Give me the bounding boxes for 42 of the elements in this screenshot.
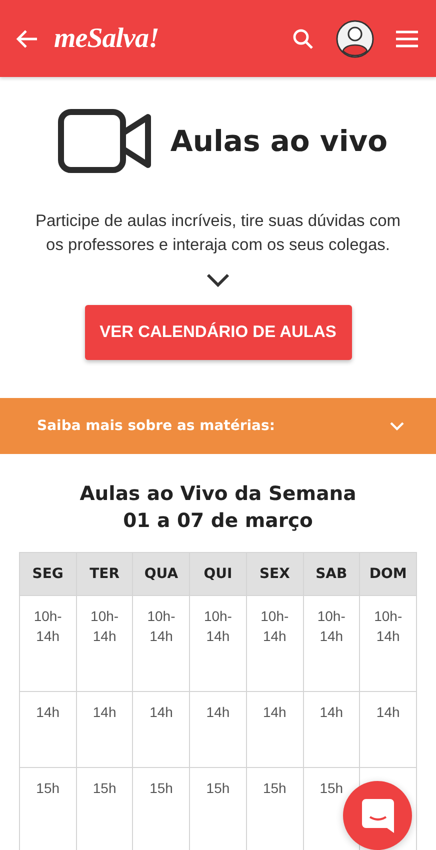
day-header: QUI — [190, 552, 246, 596]
search-icon — [292, 28, 314, 50]
time-cell: 10h- 14h — [190, 596, 246, 692]
day-header: SEG — [20, 552, 76, 596]
time-cell: 14h — [20, 692, 76, 768]
day-header: QUA — [132, 552, 190, 596]
calendar-button[interactable]: VER CALENDÁRIO DE AULAS — [84, 305, 352, 360]
time-cell: 14h — [190, 692, 246, 768]
time-cell: 10h- 14h — [246, 596, 304, 692]
video-camera-icon — [58, 109, 152, 173]
time-cell: 15h — [20, 768, 76, 850]
menu-button[interactable] — [396, 30, 418, 48]
page-title: Aulas ao vivo — [170, 124, 388, 158]
chevron-down-icon — [206, 273, 230, 287]
description: Participe de aulas incríveis, tire suas dúvidas com os professores e interaja com os seus colegas. — [34, 211, 402, 256]
time-cell: 10h- 14h — [20, 596, 76, 692]
back-arrow-icon — [16, 28, 38, 48]
day-header: SEX — [246, 552, 304, 596]
search-button[interactable] — [292, 28, 314, 50]
chat-button[interactable] — [343, 781, 412, 850]
back-button[interactable] — [16, 28, 38, 48]
time-cell: 14h — [76, 692, 133, 768]
schedule-dates: 01 a 07 de março — [122, 508, 314, 534]
day-header: SAB — [303, 552, 360, 596]
time-cell: 10h- 14h — [76, 596, 133, 692]
time-cell: 10h- 14h — [303, 596, 360, 692]
time-cell: 14h — [360, 692, 416, 768]
schedule-title: Aulas ao Vivo da Semana — [78, 481, 358, 507]
time-cell: 10h- 14h — [132, 596, 190, 692]
chevron-icon — [390, 422, 404, 430]
time-cell: 14h — [303, 692, 360, 768]
avatar-button[interactable] — [336, 20, 374, 58]
avatar-icon — [336, 20, 374, 58]
time-cell: 14h — [246, 692, 304, 768]
subjects-accordion[interactable]: Saiba mais sobre as matérias: — [0, 398, 436, 454]
time-cell: 14h — [132, 692, 190, 768]
menu-icon — [396, 30, 418, 48]
logo[interactable]: meSalva! — [54, 22, 159, 54]
chat-icon — [360, 798, 394, 834]
day-header: TER — [76, 552, 133, 596]
day-header: DOM — [360, 552, 416, 596]
time-cell: 10h- 14h — [360, 596, 416, 692]
